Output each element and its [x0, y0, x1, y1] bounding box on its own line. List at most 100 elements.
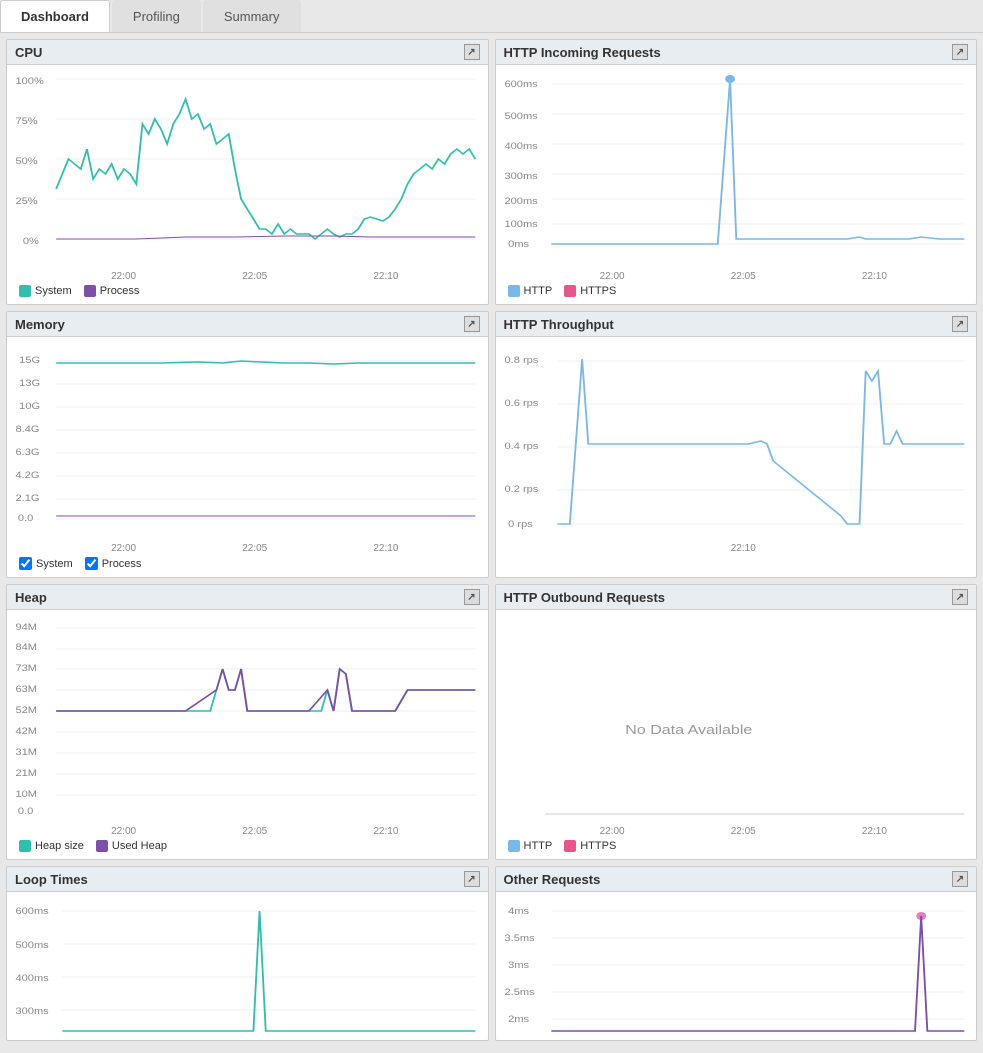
panel-http-throughput-body: 0.8 rps 0.6 rps 0.4 rps 0.2 rps 0 rps	[496, 337, 977, 558]
memory-process-label: Process	[102, 558, 142, 570]
svg-text:73M: 73M	[15, 664, 37, 674]
panel-cpu-header: CPU ↗	[7, 40, 488, 65]
expand-cpu-button[interactable]: ↗	[464, 44, 480, 60]
https-out-legend-dot	[564, 840, 576, 852]
dashboard: CPU ↗ 100% 75% 50% 25% 0%	[0, 33, 983, 1053]
https-out-legend-label: HTTPS	[580, 840, 616, 852]
panel-http-incoming-header: HTTP Incoming Requests ↗	[496, 40, 977, 65]
panel-other-requests: Other Requests ↗ 4ms 3.5ms 3ms 2.5ms 2ms	[495, 866, 978, 1041]
http-outbound-legend: HTTP HTTPS	[502, 837, 971, 855]
panel-memory-header: Memory ↗	[7, 312, 488, 337]
http-incoming-legend: HTTP HTTPS	[502, 282, 971, 300]
svg-text:2.1G: 2.1G	[15, 494, 39, 504]
http-out-legend-dot	[508, 840, 520, 852]
heap-legend: Heap size Used Heap	[13, 837, 482, 855]
cpu-x-labels: 22:00 22:05 22:10	[13, 269, 482, 282]
memory-x-labels: 22:00 22:05 22:10	[13, 541, 482, 554]
svg-text:13G: 13G	[19, 379, 40, 389]
heap-chart: 94M 84M 73M 63M 52M 42M 31M 21M 10M 0.0	[13, 614, 482, 824]
svg-text:3.5ms: 3.5ms	[504, 934, 534, 944]
svg-text:0.0: 0.0	[18, 807, 34, 817]
http-legend-dot	[508, 285, 520, 297]
expand-http-incoming-button[interactable]: ↗	[952, 44, 968, 60]
svg-text:8.4G: 8.4G	[15, 425, 39, 435]
svg-text:500ms: 500ms	[15, 941, 48, 951]
svg-text:52M: 52M	[15, 706, 37, 716]
http-out-legend-label: HTTP	[524, 840, 553, 852]
other-requests-chart: 4ms 3.5ms 3ms 2.5ms 2ms	[502, 896, 971, 1036]
tab-profiling[interactable]: Profiling	[112, 0, 201, 32]
system-legend-dot	[19, 285, 31, 297]
http-outbound-x-labels: 22:00 22:05 22:10	[502, 824, 971, 837]
svg-text:0ms: 0ms	[508, 240, 529, 250]
tab-summary[interactable]: Summary	[203, 0, 301, 32]
panel-http-throughput-header: HTTP Throughput ↗	[496, 312, 977, 337]
panel-http-throughput-title: HTTP Throughput	[504, 317, 614, 332]
svg-text:6.3G: 6.3G	[15, 448, 39, 458]
svg-text:300ms: 300ms	[15, 1007, 48, 1017]
svg-text:31M: 31M	[15, 748, 37, 758]
http-outbound-chart: No Data Available	[502, 614, 971, 824]
svg-text:400ms: 400ms	[504, 142, 537, 152]
svg-text:0.2 rps: 0.2 rps	[504, 485, 538, 495]
panel-memory: Memory ↗ 15G 13G 10G 8.4G 6.3G 4.2G 2.1G…	[6, 311, 489, 578]
svg-text:100ms: 100ms	[504, 220, 537, 230]
svg-text:2.5ms: 2.5ms	[504, 988, 534, 998]
memory-legend: System Process	[13, 554, 482, 573]
svg-text:10M: 10M	[15, 790, 37, 800]
row-3: Heap ↗ 94M 84M 73M 63M 52M 42M 31M 21M 1…	[6, 584, 977, 860]
used-heap-legend-dot	[96, 840, 108, 852]
panel-loop-times-title: Loop Times	[15, 872, 88, 887]
svg-text:300ms: 300ms	[504, 172, 537, 182]
memory-system-checkbox[interactable]	[19, 557, 32, 570]
heap-x-labels: 22:00 22:05 22:10	[13, 824, 482, 837]
http-throughput-x-labels: 22:10	[502, 541, 971, 554]
svg-text:400ms: 400ms	[15, 974, 48, 984]
panel-http-outbound-body: No Data Available 22:00 22:05 22:10 HTTP	[496, 610, 977, 859]
cpu-chart: 100% 75% 50% 25% 0%	[13, 69, 482, 269]
panel-memory-body: 15G 13G 10G 8.4G 6.3G 4.2G 2.1G 0.0	[7, 337, 488, 577]
heap-size-legend-dot	[19, 840, 31, 852]
expand-http-outbound-button[interactable]: ↗	[952, 589, 968, 605]
panel-memory-title: Memory	[15, 317, 65, 332]
panel-http-incoming-body: 600ms 500ms 400ms 300ms 200ms 100ms 0ms	[496, 65, 977, 304]
svg-text:200ms: 200ms	[504, 197, 537, 207]
tab-bar: Dashboard Profiling Summary	[0, 0, 983, 33]
svg-text:94M: 94M	[15, 623, 37, 633]
svg-text:2ms: 2ms	[508, 1015, 529, 1025]
svg-text:15G: 15G	[19, 356, 40, 366]
memory-process-checkbox[interactable]	[85, 557, 98, 570]
tab-dashboard[interactable]: Dashboard	[0, 0, 110, 32]
svg-text:0.6 rps: 0.6 rps	[504, 399, 538, 409]
panel-loop-times-body: 600ms 500ms 400ms 300ms	[7, 892, 488, 1040]
svg-text:63M: 63M	[15, 685, 37, 695]
memory-system-label: System	[36, 558, 73, 570]
expand-loop-times-button[interactable]: ↗	[464, 871, 480, 887]
panel-http-outbound-title: HTTP Outbound Requests	[504, 590, 666, 605]
expand-other-requests-button[interactable]: ↗	[952, 871, 968, 887]
expand-heap-button[interactable]: ↗	[464, 589, 480, 605]
https-legend-label: HTTPS	[580, 285, 616, 297]
panel-other-requests-title: Other Requests	[504, 872, 601, 887]
expand-http-throughput-button[interactable]: ↗	[952, 316, 968, 332]
panel-heap-title: Heap	[15, 590, 47, 605]
svg-text:84M: 84M	[15, 643, 37, 653]
panel-http-incoming: HTTP Incoming Requests ↗ 600ms 500ms 400…	[495, 39, 978, 305]
loop-times-chart: 600ms 500ms 400ms 300ms	[13, 896, 482, 1036]
svg-text:42M: 42M	[15, 727, 37, 737]
panel-other-requests-body: 4ms 3.5ms 3ms 2.5ms 2ms	[496, 892, 977, 1040]
panel-cpu-body: 100% 75% 50% 25% 0%	[7, 65, 488, 304]
system-legend-label: System	[35, 285, 72, 297]
used-heap-legend-label: Used Heap	[112, 840, 167, 852]
panel-http-incoming-title: HTTP Incoming Requests	[504, 45, 661, 60]
panel-loop-times-header: Loop Times ↗	[7, 867, 488, 892]
row-2: Memory ↗ 15G 13G 10G 8.4G 6.3G 4.2G 2.1G…	[6, 311, 977, 578]
process-legend-dot	[84, 285, 96, 297]
row-1: CPU ↗ 100% 75% 50% 25% 0%	[6, 39, 977, 305]
expand-memory-button[interactable]: ↗	[464, 316, 480, 332]
https-legend-dot	[564, 285, 576, 297]
svg-text:10G: 10G	[19, 402, 40, 412]
svg-text:25%: 25%	[15, 197, 37, 207]
panel-loop-times: Loop Times ↗ 600ms 500ms 400ms 300ms	[6, 866, 489, 1041]
svg-text:0.4 rps: 0.4 rps	[504, 442, 538, 452]
